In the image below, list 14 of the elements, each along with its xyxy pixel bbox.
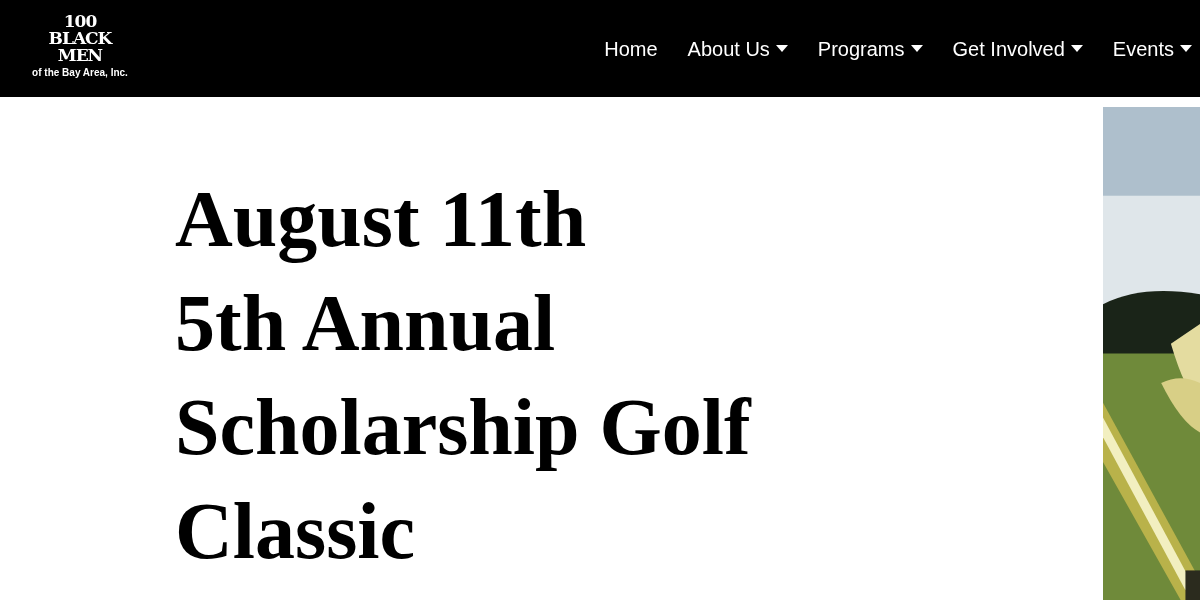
event-title: Classic — [175, 486, 416, 577]
event-title: 5th Annual — [175, 278, 557, 369]
nav-link[interactable]: Events — [1112, 33, 1192, 64]
nav-link[interactable]: Get Involved — [952, 33, 1083, 64]
event-title: August 11th — [175, 174, 588, 265]
logo-tagline: of the Bay Area, Inc. — [32, 66, 128, 79]
logo-text: 100 — [63, 12, 97, 30]
nav-link[interactable]: About Us — [687, 33, 788, 64]
logo[interactable]: 100 BLACK MEN of the Bay Area, Inc. — [27, 12, 133, 79]
logo-text: MEN — [57, 46, 103, 64]
event-title: Scholarship Golf — [175, 382, 753, 473]
nav-link[interactable]: Programs — [817, 33, 923, 64]
logo-text: BLACK — [48, 29, 112, 47]
nav-link[interactable]: Home — [604, 33, 658, 64]
